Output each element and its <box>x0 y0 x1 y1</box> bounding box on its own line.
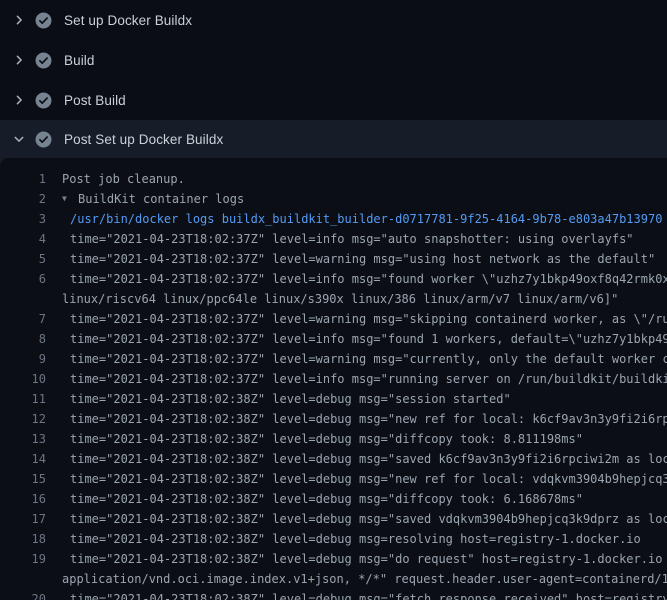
log-line: 1 Post job cleanup. <box>0 169 667 189</box>
check-circle-icon <box>35 52 52 69</box>
log-line: 20 time="2021-04-23T18:02:38Z" level=deb… <box>0 589 667 600</box>
chevron-down-icon <box>11 132 26 147</box>
log-line: 2 ▼ BuildKit container logs <box>0 189 667 209</box>
log-line: 11 time="2021-04-23T18:02:38Z" level=deb… <box>0 389 667 409</box>
line-text: time="2021-04-23T18:02:37Z" level=warnin… <box>70 249 655 269</box>
line-text: time="2021-04-23T18:02:38Z" level=debug … <box>70 529 641 549</box>
line-number[interactable]: 11 <box>0 389 46 409</box>
log-line: 19 time="2021-04-23T18:02:38Z" level=deb… <box>0 549 667 569</box>
step-title: Build <box>64 53 95 68</box>
line-number[interactable]: 6 <box>0 269 46 289</box>
log-line: 8 time="2021-04-23T18:02:37Z" level=info… <box>0 329 667 349</box>
line-number[interactable]: 15 <box>0 469 46 489</box>
log-line: 12 time="2021-04-23T18:02:38Z" level=deb… <box>0 409 667 429</box>
line-number[interactable]: 10 <box>0 369 46 389</box>
line-text: time="2021-04-23T18:02:37Z" level=info m… <box>70 229 634 249</box>
line-number[interactable]: 12 <box>0 409 46 429</box>
log-line: 16 time="2021-04-23T18:02:38Z" level=deb… <box>0 489 667 509</box>
step-title: Post Build <box>64 93 126 108</box>
line-text: time="2021-04-23T18:02:38Z" level=debug … <box>70 429 583 449</box>
line-number[interactable]: 17 <box>0 509 46 529</box>
log-panel-backdrop: 1 Post job cleanup. 2 ▼ BuildKit contain… <box>0 158 667 600</box>
line-text-command: /usr/bin/docker logs buildx_buildkit_bui… <box>70 209 662 229</box>
line-number[interactable]: 4 <box>0 229 46 249</box>
step-header-set-up-docker-buildx[interactable]: Set up Docker Buildx <box>0 0 667 40</box>
check-circle-icon <box>35 131 52 148</box>
line-number[interactable]: 7 <box>0 309 46 329</box>
line-number[interactable]: 13 <box>0 429 46 449</box>
line-text: time="2021-04-23T18:02:38Z" level=debug … <box>70 469 667 489</box>
line-number <box>0 569 46 589</box>
line-number[interactable]: 3 <box>0 209 46 229</box>
line-text: time="2021-04-23T18:02:37Z" level=warnin… <box>70 309 667 329</box>
step-header-post-set-up-docker-buildx[interactable]: Post Set up Docker Buildx <box>0 120 667 158</box>
check-circle-icon <box>35 92 52 109</box>
line-text: time="2021-04-23T18:02:38Z" level=debug … <box>70 389 511 409</box>
log-line: 15 time="2021-04-23T18:02:38Z" level=deb… <box>0 469 667 489</box>
line-text: time="2021-04-23T18:02:38Z" level=debug … <box>70 489 583 509</box>
log-line: 5 time="2021-04-23T18:02:37Z" level=warn… <box>0 249 667 269</box>
log-line: 13 time="2021-04-23T18:02:38Z" level=deb… <box>0 429 667 449</box>
chevron-right-icon <box>11 13 26 28</box>
log-line: 17 time="2021-04-23T18:02:38Z" level=deb… <box>0 509 667 529</box>
steps-list: Set up Docker Buildx Build Post Build Po… <box>0 0 667 158</box>
step-title: Post Set up Docker Buildx <box>64 132 223 147</box>
line-number[interactable]: 9 <box>0 349 46 369</box>
line-text: BuildKit container logs <box>78 189 244 209</box>
chevron-right-icon <box>11 53 26 68</box>
line-number[interactable]: 16 <box>0 489 46 509</box>
chevron-right-icon <box>11 93 26 108</box>
line-text: linux/riscv64 linux/ppc64le linux/s390x … <box>62 289 618 309</box>
line-text: application/vnd.oci.image.index.v1+json,… <box>62 569 667 589</box>
line-number[interactable]: 20 <box>0 589 46 600</box>
line-number[interactable]: 18 <box>0 529 46 549</box>
log-line: 4 time="2021-04-23T18:02:37Z" level=info… <box>0 229 667 249</box>
line-text: time="2021-04-23T18:02:38Z" level=debug … <box>70 509 667 529</box>
line-number[interactable]: 5 <box>0 249 46 269</box>
log-line-wrapped-continuation: application/vnd.oci.image.index.v1+json,… <box>0 569 667 589</box>
line-text: time="2021-04-23T18:02:38Z" level=debug … <box>70 449 667 469</box>
line-text: time="2021-04-23T18:02:38Z" level=debug … <box>70 409 667 429</box>
line-text: time="2021-04-23T18:02:37Z" level=info m… <box>70 269 667 289</box>
line-text: time="2021-04-23T18:02:37Z" level=info m… <box>70 369 667 389</box>
log-line: 18 time="2021-04-23T18:02:38Z" level=deb… <box>0 529 667 549</box>
step-header-build[interactable]: Build <box>0 40 667 80</box>
line-number <box>0 289 46 309</box>
log-line: 6 time="2021-04-23T18:02:37Z" level=info… <box>0 269 667 289</box>
log-line: 10 time="2021-04-23T18:02:37Z" level=inf… <box>0 369 667 389</box>
log-line: 7 time="2021-04-23T18:02:37Z" level=warn… <box>0 309 667 329</box>
group-collapse-triangle-icon[interactable]: ▼ <box>62 189 71 209</box>
line-text: time="2021-04-23T18:02:38Z" level=debug … <box>70 589 667 600</box>
line-text: time="2021-04-23T18:02:37Z" level=warnin… <box>70 349 667 369</box>
line-number[interactable]: 1 <box>0 169 46 189</box>
line-number[interactable]: 2 <box>0 189 46 209</box>
log-line: 3 /usr/bin/docker logs buildx_buildkit_b… <box>0 209 667 229</box>
line-number[interactable]: 19 <box>0 549 46 569</box>
line-number[interactable]: 8 <box>0 329 46 349</box>
log-panel: 1 Post job cleanup. 2 ▼ BuildKit contain… <box>0 158 667 600</box>
line-text: Post job cleanup. <box>62 169 185 189</box>
log-line: 14 time="2021-04-23T18:02:38Z" level=deb… <box>0 449 667 469</box>
step-title: Set up Docker Buildx <box>64 13 192 28</box>
log-line-wrapped-continuation: linux/riscv64 linux/ppc64le linux/s390x … <box>0 289 667 309</box>
line-text: time="2021-04-23T18:02:38Z" level=debug … <box>70 549 667 569</box>
step-header-post-build[interactable]: Post Build <box>0 80 667 120</box>
line-number[interactable]: 14 <box>0 449 46 469</box>
line-text: time="2021-04-23T18:02:37Z" level=info m… <box>70 329 667 349</box>
check-circle-icon <box>35 12 52 29</box>
log-line: 9 time="2021-04-23T18:02:37Z" level=warn… <box>0 349 667 369</box>
